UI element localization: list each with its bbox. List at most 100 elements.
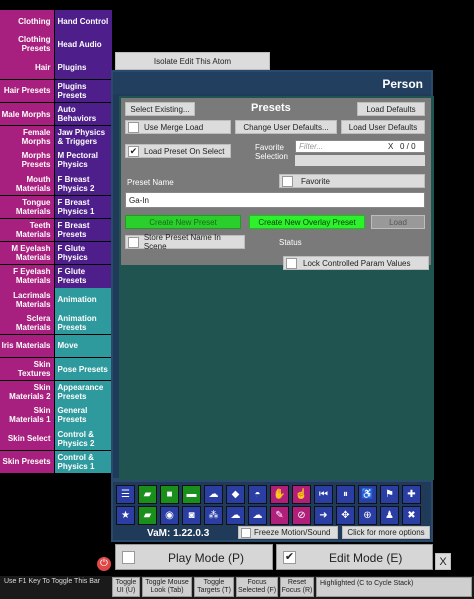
load-user-defaults-button[interactable]: Load User Defaults [341, 120, 425, 134]
edit-mode-checkbox[interactable]: ✔ [283, 551, 296, 564]
category-tab-left[interactable]: Clothing Presets [0, 33, 54, 56]
merge-load-checkbox[interactable] [128, 121, 139, 133]
category-tab-right[interactable]: Animation [54, 288, 112, 311]
reset-focus-button[interactable]: Reset Focus (R) [280, 577, 314, 597]
category-tab-right[interactable]: M Pectoral Physics [54, 149, 112, 172]
edit-mode-button[interactable]: ✔ Edit Mode (E) [276, 544, 433, 570]
category-tab-right[interactable]: Head Audio [54, 33, 112, 56]
category-tab-left[interactable]: Sclera Materials [0, 311, 54, 335]
toggle-targets-button[interactable]: Toggle Targets (T) [194, 577, 234, 597]
category-tab-right[interactable]: Control & Physics 2 [54, 427, 112, 450]
category-tab-left[interactable]: Teeth Materials [0, 218, 54, 242]
hat-icon[interactable]: ◓ [248, 485, 267, 504]
category-tab-right[interactable]: Appearance Presets [54, 381, 112, 404]
load-on-select-checkbox[interactable]: ✔ [128, 145, 139, 157]
freeze-motion-toggle[interactable]: Freeze Motion/Sound [238, 526, 338, 539]
category-tab-right[interactable]: General Presets [54, 404, 112, 427]
category-tab-left[interactable]: F Eyelash Materials [0, 265, 54, 288]
cloud-upload-icon[interactable]: ☁ [204, 485, 223, 504]
category-tab-left[interactable]: M Eyelash Materials [0, 241, 54, 265]
filter-input[interactable]: Filter... X 0 / 0 [295, 140, 425, 153]
filter-clear-button[interactable]: X [388, 142, 393, 151]
use-merge-load-toggle[interactable]: Use Merge Load [125, 120, 231, 134]
nodes-icon[interactable]: ⁂ [204, 506, 223, 525]
category-tab-left[interactable]: Skin Presets [0, 450, 54, 474]
category-tab-left[interactable]: Iris Materials [0, 334, 54, 358]
play-mode-checkbox[interactable] [122, 551, 135, 564]
hand-pointer-icon[interactable]: ☝ [292, 485, 311, 504]
freeze-motion-checkbox[interactable] [241, 527, 251, 538]
category-tab-left[interactable]: Skin Textures [0, 357, 54, 381]
category-tab-right[interactable]: Plugins [54, 56, 112, 79]
create-new-overlay-preset-button[interactable]: Create New Overlay Preset [249, 215, 365, 229]
load-preset-on-select-toggle[interactable]: ✔ Load Preset On Select [125, 144, 231, 158]
favorite-checkbox[interactable] [282, 175, 293, 187]
select-existing-button[interactable]: Select Existing... [125, 102, 195, 116]
cube-icon[interactable]: ◆ [226, 485, 245, 504]
store-name-checkbox[interactable] [128, 236, 139, 248]
no-hand-icon[interactable]: ⊘ [292, 506, 311, 525]
toggle-mouse-look-button[interactable]: Toggle Mouse Look (Tab) [142, 577, 192, 597]
category-tab-right[interactable]: Plugins Presets [54, 79, 112, 103]
tools-icon[interactable]: ✖ [402, 506, 421, 525]
create-new-preset-button[interactable]: Create New Preset [125, 215, 241, 229]
pause-icon[interactable]: ⏸ [336, 485, 355, 504]
person-icon[interactable]: ♟ [380, 506, 399, 525]
category-tab-right[interactable]: F Glute Physics [54, 241, 112, 265]
category-tab-left[interactable]: Tongue Materials [0, 195, 54, 219]
store-preset-name-toggle[interactable]: Store Preset Name In Scene [125, 233, 245, 251]
category-tab-left[interactable]: Mouth Materials [0, 172, 54, 195]
camera-icon[interactable]: ◙ [182, 506, 201, 525]
category-tab-right[interactable]: Control & Physics 1 [54, 450, 112, 474]
category-tab-left[interactable]: Skin Materials 1 [0, 404, 54, 427]
category-tab-right[interactable]: Move [54, 334, 112, 358]
category-tab-right[interactable]: Hand Control [54, 10, 112, 33]
target-icon[interactable]: ⊕ [358, 506, 377, 525]
category-tab-right[interactable]: F Glute Presets [54, 265, 112, 288]
vr-headset-icon[interactable]: ◉ [160, 506, 179, 525]
open-folder-icon[interactable]: ▰ [138, 485, 157, 504]
more-options-button[interactable]: Click for more options [342, 526, 430, 539]
navigation-icon[interactable]: ✥ [336, 506, 355, 525]
save-icon[interactable]: ▬ [182, 485, 201, 504]
category-tab-right[interactable]: Jaw Physics & Triggers [54, 125, 112, 149]
category-tab-left[interactable]: Lacrimals Materials [0, 288, 54, 311]
category-tab-left[interactable]: Male Morphs [0, 102, 54, 126]
isolate-edit-button[interactable]: Isolate Edit This Atom [115, 52, 270, 70]
plus-icon[interactable]: ✚ [402, 485, 421, 504]
play-mode-button[interactable]: Play Mode (P) [115, 544, 273, 570]
load-button[interactable]: Load [371, 215, 425, 229]
edit-icon[interactable]: ✎ [270, 506, 289, 525]
folder-open-icon[interactable]: ▰ [138, 506, 157, 525]
focus-selected-button[interactable]: Focus Selected (F) [236, 577, 278, 597]
cloud-icon[interactable]: ☁ [226, 506, 245, 525]
category-tab-left[interactable]: Hair [0, 56, 54, 79]
skip-back-icon[interactable]: ⏮ [314, 485, 333, 504]
hand-icon[interactable]: ✋ [270, 485, 289, 504]
category-tab-right[interactable]: Pose Presets [54, 357, 112, 381]
quit-icon[interactable]: ⏻ [97, 557, 111, 571]
category-tab-left[interactable]: Morphs Presets [0, 149, 54, 172]
category-tab-right[interactable]: Auto Behaviors [54, 102, 112, 126]
flag-icon[interactable]: ⚑ [380, 485, 399, 504]
category-tab-left[interactable]: Hair Presets [0, 79, 54, 103]
star-icon[interactable]: ★ [116, 506, 135, 525]
load-defaults-button[interactable]: Load Defaults [357, 102, 425, 116]
preset-name-input[interactable]: Ga-In [125, 192, 425, 208]
category-tab-right[interactable]: F Breast Physics 2 [54, 172, 112, 195]
change-user-defaults-button[interactable]: Change User Defaults... [235, 120, 337, 134]
menu-icon[interactable]: ☰ [116, 485, 135, 504]
toggle-ui-button[interactable]: Toggle UI (U) [112, 577, 140, 597]
category-tab-right[interactable]: F Breast Presets [54, 218, 112, 242]
favorite-toggle[interactable]: Favorite [279, 174, 425, 188]
category-tab-left[interactable]: Female Morphs [0, 125, 54, 149]
folder-icon[interactable]: ■ [160, 485, 179, 504]
category-tab-right[interactable]: F Breast Physics 1 [54, 195, 112, 219]
category-tab-right[interactable]: Animation Presets [54, 311, 112, 335]
favorite-dropdown[interactable] [295, 155, 425, 166]
close-button[interactable]: X [435, 553, 451, 570]
category-tab-left[interactable]: Skin Select [0, 427, 54, 450]
arrow-right-icon[interactable]: ➜ [314, 506, 333, 525]
lock-params-checkbox[interactable] [286, 257, 297, 269]
category-tab-left[interactable]: Clothing [0, 10, 54, 33]
